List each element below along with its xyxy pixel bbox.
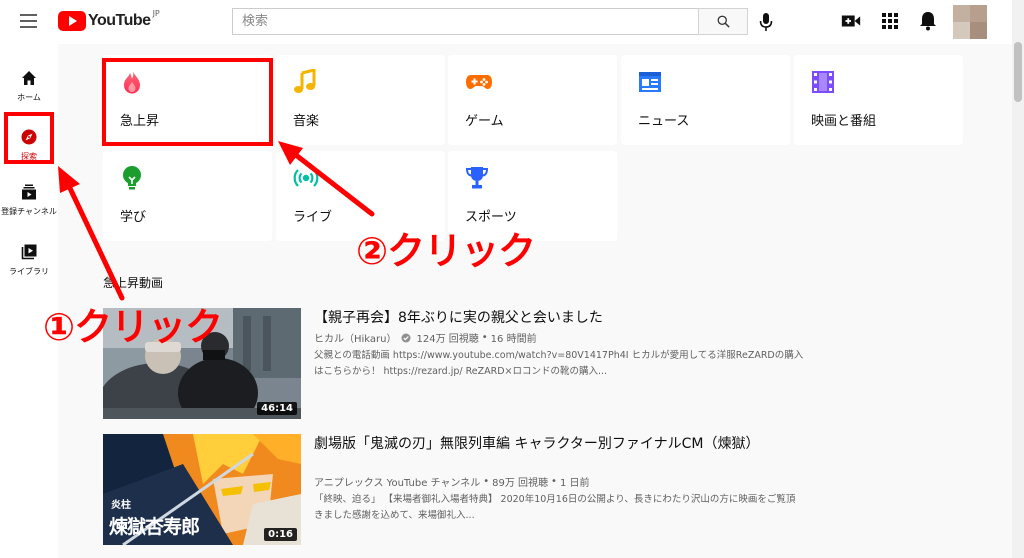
youtube-play-icon: [58, 11, 86, 31]
avatar[interactable]: [953, 5, 987, 39]
home-icon: [22, 71, 36, 85]
category-label: ゲーム: [465, 114, 504, 129]
trending-flame-icon: [124, 70, 140, 94]
thumbnail-caption-small: 炎柱: [111, 500, 131, 511]
scrollbar-thumb[interactable]: [1014, 42, 1022, 102]
section-title: 急上昇動画: [103, 276, 164, 290]
category-movies[interactable]: 映画と番組: [794, 55, 963, 145]
music-note-icon: [294, 69, 316, 93]
apps-grid-icon[interactable]: [880, 10, 900, 32]
sidebar-item-home[interactable]: ホーム: [0, 54, 58, 110]
category-gaming[interactable]: ゲーム: [448, 55, 617, 145]
trophy-icon: [465, 167, 489, 189]
video-duration: 0:16: [264, 528, 297, 541]
category-label: ライブ: [293, 210, 333, 225]
sidebar-item-label: ホーム: [17, 93, 41, 102]
youtube-explore-page: YouTube JP ホーム 探索 登録チャンネル: [0, 0, 1024, 558]
news-icon: [639, 72, 661, 92]
search-button[interactable]: [698, 8, 748, 35]
microphone-icon[interactable]: [758, 12, 774, 32]
sidebar-item-label: 登録チャンネル: [1, 207, 57, 216]
category-label: ニュース: [638, 114, 690, 129]
video-title[interactable]: 劇場版「鬼滅の刃」無限列車編 キャラクター別ファイナルCM（煉獄）: [314, 434, 784, 455]
film-icon: [812, 71, 834, 93]
category-news[interactable]: ニュース: [621, 55, 790, 145]
search-icon: [717, 15, 730, 28]
channel-name[interactable]: ヒカル（Hikaru）: [314, 330, 397, 345]
video-description: 父親との電話動画 https://www.youtube.com/watch?v…: [314, 350, 804, 377]
video-thumbnail[interactable]: 炎柱 煉獄杏寿郎 0:16: [103, 434, 301, 545]
category-label: 映画と番組: [811, 114, 877, 129]
gamepad-icon: [466, 75, 492, 89]
meta-separator: •: [551, 476, 557, 487]
sidebar-item-label: 探索: [21, 152, 37, 161]
video-meta: アニプレックス YouTube チャンネル • 89万 回視聴 • 1 日前: [314, 474, 590, 489]
category-music[interactable]: 音楽: [276, 55, 445, 145]
annotation-step1-label: ①クリック: [43, 305, 223, 349]
upload-age: 16 時間前: [490, 334, 537, 345]
create-video-icon[interactable]: [840, 10, 862, 32]
sidebar-item-explore[interactable]: 探索: [0, 113, 58, 169]
subscriptions-icon: [22, 184, 36, 200]
notifications-bell-icon[interactable]: [918, 10, 938, 32]
sidebar-item-subscriptions[interactable]: 登録チャンネル: [0, 168, 58, 224]
page-scrollbar[interactable]: [1012, 0, 1024, 558]
search-input[interactable]: [232, 8, 698, 35]
category-trending[interactable]: 急上昇: [103, 55, 272, 145]
live-broadcast-icon: [293, 169, 319, 187]
sidebar-item-library[interactable]: ライブラリ: [0, 228, 58, 284]
menu-icon[interactable]: [20, 14, 37, 28]
meta-separator: •: [483, 476, 490, 487]
compass-icon: [21, 129, 37, 145]
top-bar: YouTube JP: [0, 0, 1012, 44]
category-label: 学び: [120, 210, 147, 225]
view-count: 124万 回視聴: [416, 334, 479, 345]
verified-badge-icon: [401, 333, 410, 342]
sidebar-item-label: ライブラリ: [9, 267, 49, 276]
view-count: 89万 回視聴: [492, 478, 549, 489]
video-title[interactable]: 【親子再会】8年ぶりに実の親父と会いました: [314, 308, 784, 329]
youtube-logo[interactable]: YouTube JP: [58, 9, 160, 31]
category-label: 音楽: [293, 114, 320, 129]
annotation-step2-label: ②クリック: [356, 229, 536, 273]
category-learning[interactable]: 学び: [103, 151, 272, 241]
video-item[interactable]: 炎柱 煉獄杏寿郎 0:16 劇場版「鬼滅の刃」無限列車編 キャラクター別ファイナ…: [103, 434, 803, 546]
video-description: 「終映、迫る」 【来場者御礼入場者特典】 2020年10月16日の公開より、長き…: [314, 494, 796, 521]
video-meta: ヒカル（Hikaru） 124万 回視聴 • 16 時間前: [314, 330, 537, 345]
logo-text: YouTube: [88, 12, 151, 29]
library-icon: [21, 244, 37, 260]
video-duration: 46:14: [257, 402, 297, 415]
logo-region: JP: [152, 9, 160, 18]
channel-name[interactable]: アニプレックス YouTube チャンネル: [314, 474, 480, 489]
search-bar: [232, 8, 748, 35]
upload-age: 1 日前: [559, 478, 590, 489]
lightbulb-icon: [123, 166, 141, 190]
meta-separator: •: [481, 332, 488, 343]
thumbnail-caption-large: 煉獄杏寿郎: [109, 516, 200, 538]
category-label: 急上昇: [120, 114, 160, 129]
